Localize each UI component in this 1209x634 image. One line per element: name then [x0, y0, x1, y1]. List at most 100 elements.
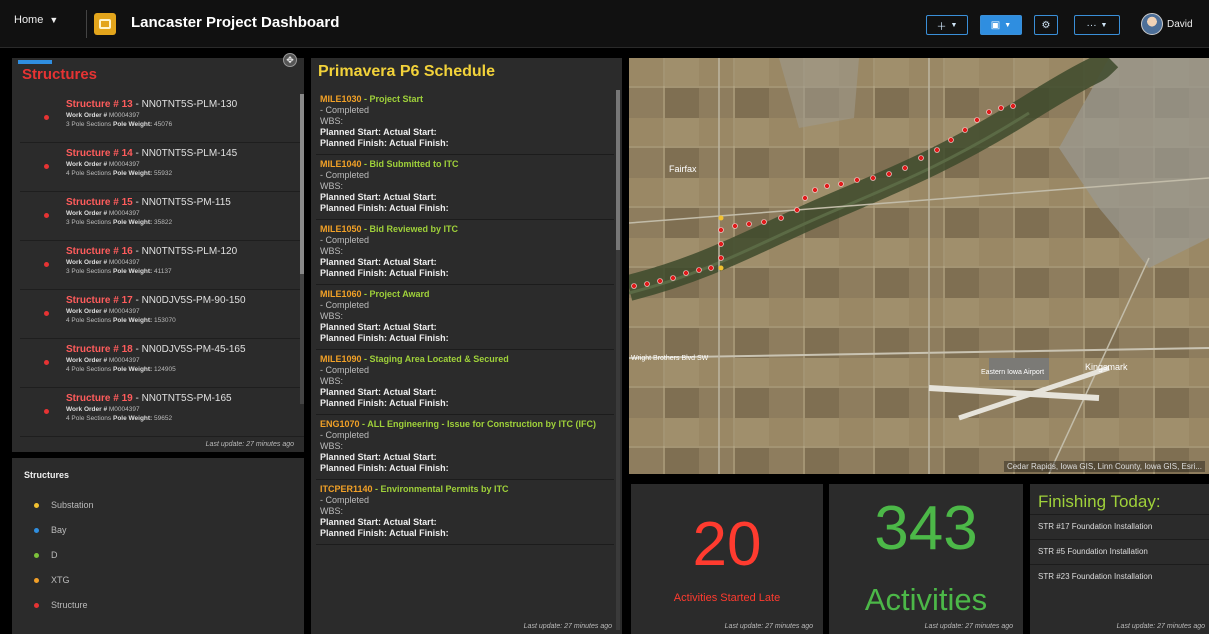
activity-wbs: WBS: — [320, 441, 344, 451]
satellite-map[interactable]: Fairfax Wright Brothers Blvd SW Eastern … — [629, 58, 1209, 474]
list-item[interactable]: STR #5 Foundation Installation — [1030, 539, 1209, 562]
activity-status: - Completed — [320, 365, 370, 375]
list-item[interactable]: Structure # 16 - NN0TNT5S-PLM-120 Work O… — [20, 241, 304, 290]
user-menu[interactable]: David — [1141, 13, 1193, 35]
structure-number: Structure # 18 — [66, 344, 133, 355]
activities-indicator: 343 Activities Last update: 27 minutes a… — [829, 484, 1023, 634]
activities-caption: Activities — [864, 582, 988, 617]
activity-wbs: WBS: — [320, 181, 344, 191]
list-item[interactable]: Structure # 13 - NN0TNT5S-PLM-130 Work O… — [20, 94, 304, 143]
structure-number: Structure # 14 — [66, 148, 133, 159]
pole-sections: 4 Pole Sections — [66, 366, 112, 373]
pole-weight-label: Pole Weight: — [112, 121, 155, 128]
plus-icon: ＋ — [936, 21, 947, 33]
map-label-town: Fairfax — [669, 164, 697, 174]
schedule-scrollbar[interactable] — [616, 90, 620, 630]
legend-dot-icon — [34, 552, 39, 558]
schedule-title: Primavera P6 Schedule — [318, 63, 495, 80]
schedule-panel: Primavera P6 Schedule MILE1030 - Project… — [311, 58, 622, 634]
schedule-list: MILE1030 - Project Start - Completed WBS: P… — [316, 90, 614, 545]
layout-button[interactable]: ▣ ▼ — [980, 15, 1022, 35]
list-item[interactable]: STR #23 Foundation Installation — [1030, 564, 1209, 587]
list-item[interactable]: MILE1040 - Bid Submitted to ITC - Complet… — [316, 155, 614, 220]
structure-heading: Structure # 17 - NN0DJV5S-PM-90-150 — [66, 295, 304, 306]
work-order-value: M0004397 — [108, 112, 140, 119]
work-order: Work Order # M0004397 — [66, 161, 304, 168]
pole-sections: 4 Pole Sections — [66, 415, 112, 422]
last-update: Last update: 27 minutes ago — [205, 441, 294, 448]
structures-list-panel: Structures Structure # 13 - NN0TNT5S-PLM… — [12, 58, 304, 452]
structures-list: Structure # 13 - NN0TNT5S-PLM-130 Work O… — [20, 94, 304, 437]
list-item[interactable]: MILE1090 - Staging Area Located & Secure… — [316, 350, 614, 415]
scrollbar-thumb[interactable] — [300, 94, 304, 274]
legend-dot-icon — [34, 527, 39, 533]
structure-name: - NN0TNT5S-PLM-145 — [132, 148, 238, 159]
work-order-label: Work Order # — [66, 210, 109, 217]
more-button[interactable]: ··· ▼ — [1074, 15, 1120, 35]
pole-sections: 3 Pole Sections — [66, 219, 112, 226]
avatar — [1141, 13, 1163, 35]
move-handle-icon[interactable]: ✥ — [283, 53, 297, 67]
last-update: Last update: 27 minutes ago — [1116, 623, 1205, 630]
legend-label: Substation — [51, 500, 94, 510]
pole-weight-value: 45076 — [154, 121, 173, 128]
add-button[interactable]: ＋ ▼ — [926, 15, 968, 35]
activity-finish: Planned Finish: Actual Finish: — [320, 398, 449, 408]
structure-number: Structure # 19 — [66, 393, 133, 404]
activity-code: MILE1030 — [320, 94, 362, 104]
activity-name: - Bid Submitted to ITC — [361, 159, 459, 169]
activity-wbs: WBS: — [320, 116, 344, 126]
map-label-airport: Eastern Iowa Airport — [981, 369, 1044, 376]
schedule-heading: ENG1070 - ALL Engineering - Issue for Co… — [320, 419, 610, 430]
structure-marker-icon — [44, 115, 49, 120]
pole-weight-value: 153070 — [154, 317, 176, 324]
pole-info: 4 Pole Sections Pole Weight: 55932 — [66, 170, 304, 177]
structures-scrollbar[interactable] — [300, 94, 304, 404]
activity-name: - Bid Reviewed by ITC — [361, 224, 459, 234]
map-view[interactable]: Fairfax Wright Brothers Blvd SW Eastern … — [629, 58, 1209, 474]
settings-button[interactable]: ⚙ — [1034, 15, 1058, 35]
work-order: Work Order # M0004397 — [66, 112, 304, 119]
work-order-label: Work Order # — [66, 161, 109, 168]
list-item[interactable]: ITCPER1140 - Environmental Permits by IT… — [316, 480, 614, 545]
work-order-value: M0004397 — [108, 259, 140, 266]
list-item[interactable]: ENG1070 - ALL Engineering - Issue for Co… — [316, 415, 614, 480]
late-count: 20 — [692, 510, 762, 579]
structure-name: - NN0TNT5S-PM-165 — [132, 393, 232, 404]
work-order-value: M0004397 — [108, 357, 140, 364]
list-item[interactable]: MILE1030 - Project Start - Completed WBS: P… — [316, 90, 614, 155]
schedule-heading: MILE1050 - Bid Reviewed by ITC — [320, 224, 610, 235]
list-item[interactable]: Structure # 14 - NN0TNT5S-PLM-145 Work O… — [20, 143, 304, 192]
list-item[interactable]: MILE1050 - Bid Reviewed by ITC - Complete… — [316, 220, 614, 285]
work-order: Work Order # M0004397 — [66, 357, 304, 364]
more-icon: ··· — [1086, 19, 1097, 31]
last-update: Last update: 27 minutes ago — [924, 623, 1013, 630]
work-order-value: M0004397 — [108, 161, 140, 168]
list-item[interactable]: Structure # 18 - NN0DJV5S-PM-45-165 Work… — [20, 339, 304, 388]
legend-item: XTG — [34, 575, 70, 585]
legend-item: Bay — [34, 525, 67, 535]
activity-start: Planned Start: Actual Start: — [320, 192, 437, 202]
activity-finish: Planned Finish: Actual Finish: — [320, 268, 449, 278]
list-item[interactable]: MILE1060 - Project Award - Completed WBS: P… — [316, 285, 614, 350]
pole-weight-value: 59652 — [154, 415, 173, 422]
activity-status: - Completed — [320, 235, 370, 245]
structure-marker-icon — [44, 213, 49, 218]
work-order: Work Order # M0004397 — [66, 210, 304, 217]
list-item[interactable]: Structure # 15 - NN0TNT5S-PM-115 Work Or… — [20, 192, 304, 241]
pole-info: 4 Pole Sections Pole Weight: 153070 — [66, 317, 304, 324]
active-tab-indicator — [18, 60, 52, 64]
finishing-title: Finishing Today: — [1038, 492, 1161, 511]
activity-start: Planned Start: Actual Start: — [320, 322, 437, 332]
legend-dot-icon — [34, 577, 39, 583]
scrollbar-thumb[interactable] — [616, 90, 620, 250]
legend-label: D — [51, 550, 58, 560]
chevron-down-icon: ▼ — [1004, 21, 1012, 29]
activity-start: Planned Start: Actual Start: — [320, 387, 437, 397]
list-item[interactable]: Structure # 17 - NN0DJV5S-PM-90-150 Work… — [20, 290, 304, 339]
list-item[interactable]: Structure # 19 - NN0TNT5S-PM-165 Work Or… — [20, 388, 304, 437]
structure-number: Structure # 13 — [66, 99, 133, 110]
home-menu-button[interactable]: Home ▼ — [14, 14, 58, 26]
list-item[interactable]: STR #17 Foundation Installation — [1030, 514, 1209, 537]
activity-start: Planned Start: Actual Start: — [320, 127, 437, 137]
